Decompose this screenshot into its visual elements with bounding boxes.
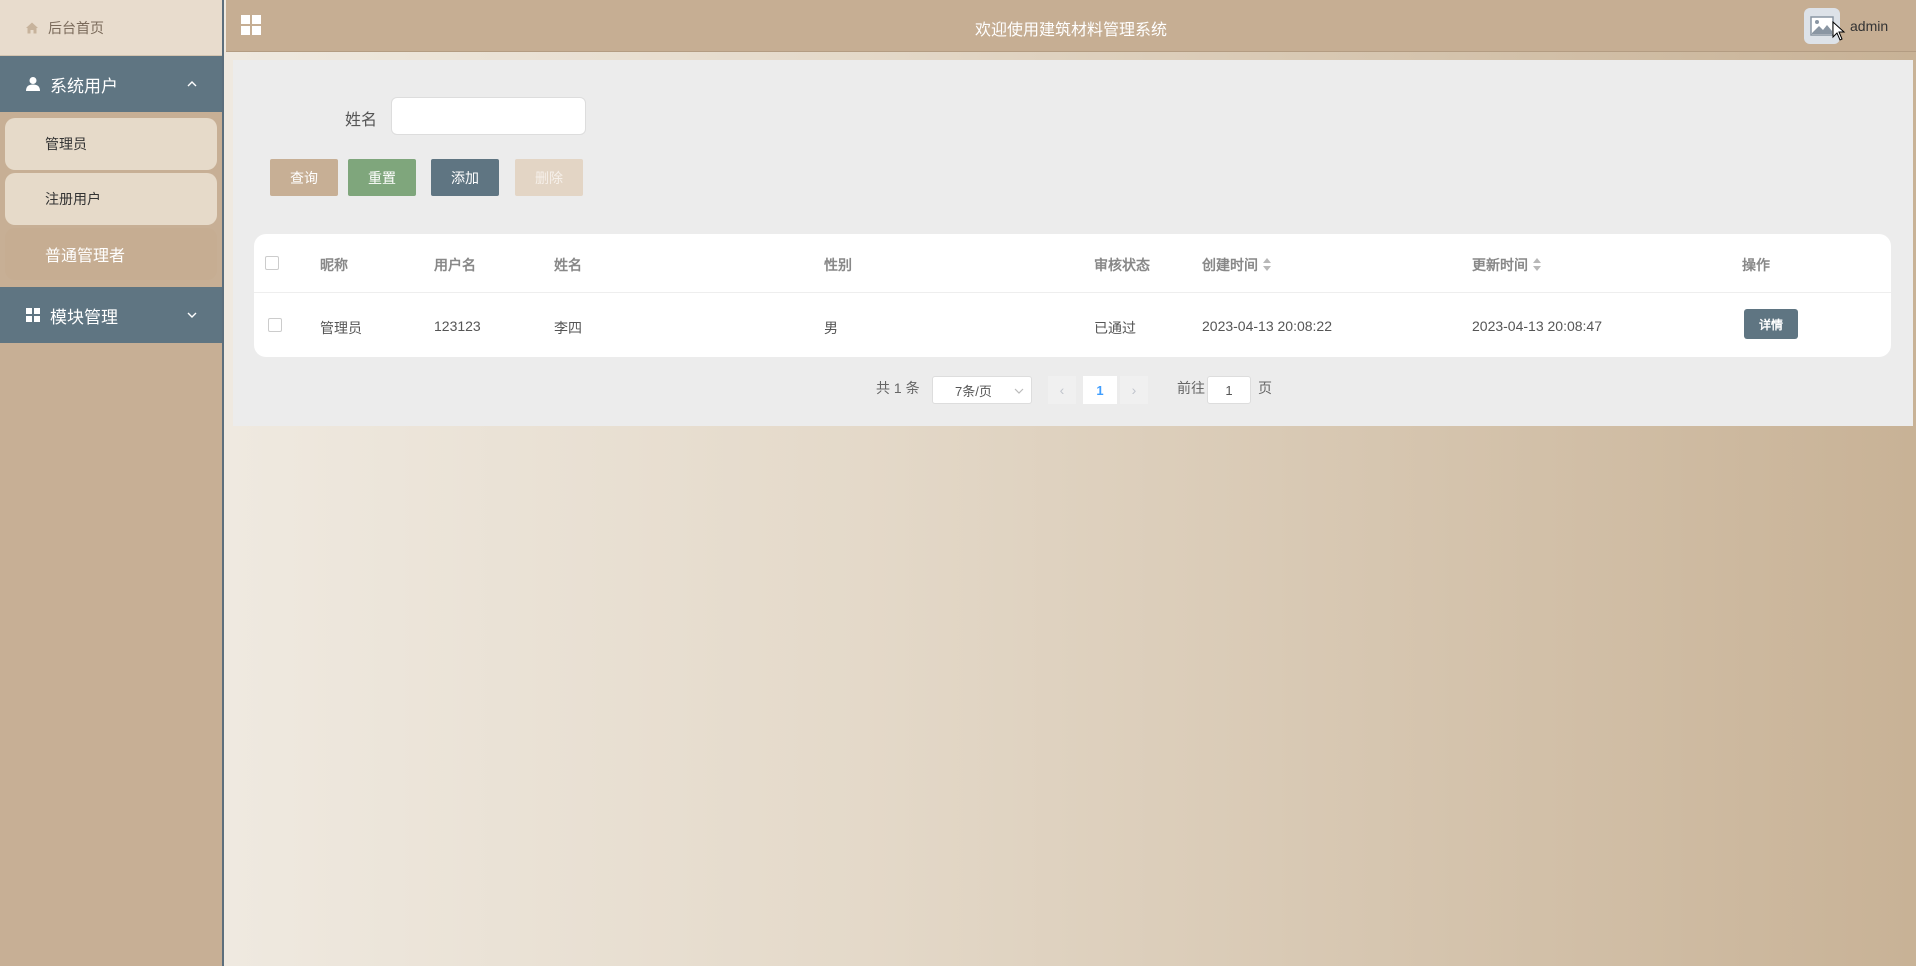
page-size-select[interactable]: 7条/页	[932, 376, 1032, 404]
table-header: 昵称 用户名 姓名 性别 审核状态 创建时间 更新时间 操作	[254, 234, 1891, 293]
cell-name: 李四	[554, 320, 582, 336]
sidebar-group-label: 模块管理	[50, 307, 118, 327]
column-header-username: 用户名	[434, 257, 476, 273]
grid-icon	[24, 306, 42, 324]
column-header-actions: 操作	[1742, 257, 1770, 273]
sidebar: 后台首页 系统用户 管理员 注册用户 普通管理者 模块管理	[0, 0, 224, 966]
column-header-gender: 性别	[824, 257, 852, 273]
home-icon	[24, 20, 40, 36]
goto-label: 前往	[1177, 380, 1205, 396]
detail-button[interactable]: 详情	[1744, 309, 1798, 339]
column-header-updated[interactable]: 更新时间	[1472, 255, 1542, 275]
column-header-created[interactable]: 创建时间	[1202, 255, 1272, 275]
add-button[interactable]: 添加	[431, 159, 499, 196]
username-label[interactable]: admin	[1850, 18, 1888, 34]
page-suffix-label: 页	[1258, 380, 1272, 396]
pagination-total: 共 1 条	[876, 380, 920, 396]
chevron-up-icon	[187, 81, 197, 87]
sidebar-item-managers[interactable]: 普通管理者	[5, 228, 217, 280]
column-header-nickname: 昵称	[320, 257, 348, 273]
sidebar-home-label: 后台首页	[48, 19, 104, 36]
reset-button[interactable]: 重置	[348, 159, 416, 196]
chevron-down-icon	[187, 312, 197, 318]
column-header-status: 审核状态	[1094, 257, 1150, 273]
cell-created: 2023-04-13 20:08:22	[1202, 318, 1332, 334]
cell-username: 123123	[434, 318, 481, 334]
chevron-down-icon	[1014, 388, 1024, 394]
query-button[interactable]: 查询	[270, 159, 338, 196]
name-field-label: 姓名	[345, 112, 378, 129]
data-table: 昵称 用户名 姓名 性别 审核状态 创建时间 更新时间 操作 管理员 12312…	[254, 234, 1891, 357]
page-number-current[interactable]: 1	[1083, 376, 1117, 404]
sort-icon[interactable]	[1262, 258, 1272, 272]
select-all-checkbox[interactable]	[265, 256, 279, 270]
page-title: 欢迎使用建筑材料管理系统	[974, 22, 1167, 39]
sidebar-group-label: 系统用户	[50, 76, 118, 96]
cell-updated: 2023-04-13 20:08:47	[1472, 318, 1602, 334]
sidebar-item-registered-users[interactable]: 注册用户	[5, 173, 217, 225]
sidebar-item-label: 管理员	[45, 136, 87, 152]
sidebar-group-system-users[interactable]: 系统用户	[0, 56, 222, 112]
sidebar-item-home[interactable]: 后台首页	[0, 0, 222, 56]
next-page-button[interactable]: ›	[1120, 376, 1148, 404]
sidebar-item-label: 普通管理者	[45, 248, 126, 265]
chevron-right-icon: ›	[1131, 382, 1137, 398]
main-panel: 姓名 查询 重置 添加 删除 昵称 用户名 姓名 性别 审核状态 创建时间 更新…	[233, 60, 1913, 426]
top-bar: 欢迎使用建筑材料管理系统 admin	[226, 0, 1916, 52]
image-icon	[1810, 16, 1834, 36]
page-size-value: 7条/页	[955, 383, 992, 399]
user-icon	[24, 75, 42, 93]
sidebar-item-admin[interactable]: 管理员	[5, 118, 217, 170]
column-header-name: 姓名	[554, 257, 582, 273]
cell-nickname: 管理员	[320, 320, 362, 336]
goto-page-input[interactable]: 1	[1207, 376, 1251, 404]
sort-icon[interactable]	[1532, 258, 1542, 272]
prev-page-button[interactable]: ‹	[1048, 376, 1076, 404]
delete-button[interactable]: 删除	[515, 159, 583, 196]
cell-status: 已通过	[1094, 320, 1136, 336]
mouse-cursor-icon	[1832, 21, 1846, 41]
row-checkbox[interactable]	[268, 318, 282, 332]
cell-gender: 男	[824, 320, 838, 336]
sidebar-submenu: 管理员 注册用户 普通管理者	[0, 112, 222, 287]
name-search-input[interactable]	[391, 97, 586, 135]
chevron-left-icon: ‹	[1059, 382, 1065, 398]
sidebar-group-modules[interactable]: 模块管理	[0, 287, 222, 343]
sidebar-item-label: 注册用户	[45, 191, 101, 207]
